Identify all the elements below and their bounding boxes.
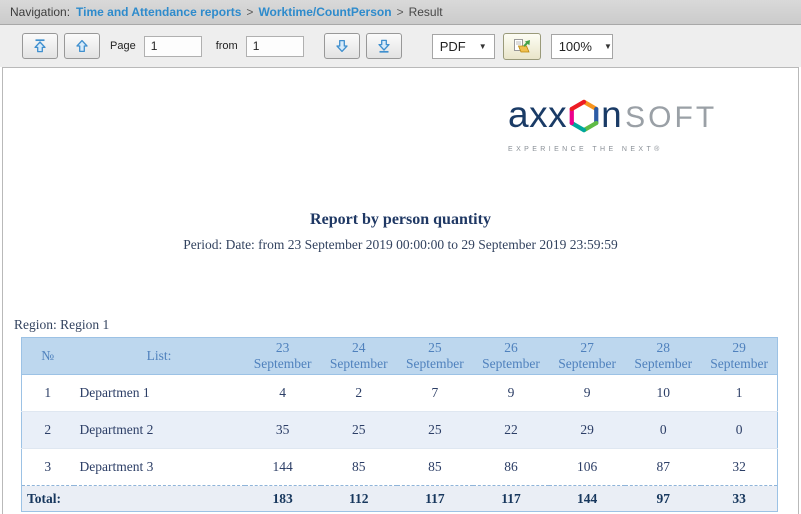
table-row: 1 Departmen 1 4 2 7 9 9 10 1 [22, 375, 778, 412]
breadcrumb-separator: > [396, 5, 404, 19]
up-arrow-icon [76, 39, 88, 53]
row-number: 1 [44, 385, 52, 400]
total-value: 117 [472, 485, 550, 512]
cell-value: 4 [279, 385, 286, 400]
cell-value: 144 [244, 448, 321, 486]
total-pages-input[interactable] [245, 35, 304, 57]
breadcrumb-separator: > [246, 5, 254, 19]
next-page-button[interactable] [323, 33, 360, 59]
from-label: from [215, 40, 238, 52]
report-toolbar: Page from PDF ▼ 100% ▼ [0, 25, 801, 67]
cell-value: 85 [320, 448, 397, 486]
cell-value: 25 [396, 411, 473, 449]
department-name: Department 3 [73, 448, 245, 486]
header-date: 26 September [472, 337, 550, 375]
cell-value: 25 [320, 411, 397, 449]
total-value: 117 [396, 485, 473, 512]
header-date: 28 September [625, 337, 702, 375]
report-title: Report by person quantity [310, 211, 491, 228]
cell-value: 0 [625, 411, 702, 449]
total-value: 144 [549, 485, 626, 512]
cell-value: 87 [625, 448, 702, 486]
dropdown-arrow-icon: ▼ [603, 41, 612, 51]
department-name: Department 2 [73, 411, 245, 449]
down-arrow-icon [336, 39, 348, 53]
zoom-select[interactable]: 100% ▼ [550, 33, 613, 59]
report-region: Region: Region 1 [14, 317, 110, 332]
cell-value: 22 [472, 411, 550, 449]
previous-page-button[interactable] [64, 33, 100, 59]
export-format-value: PDF [439, 38, 466, 54]
cell-value: 85 [396, 448, 473, 486]
total-value: 183 [244, 485, 321, 512]
table-row: 3 Department 3 144 85 85 86 106 87 32 [21, 448, 778, 486]
breadcrumb-result: Result [408, 5, 443, 19]
total-label: Total: [21, 485, 245, 512]
report-viewer-pane: axx n SOFT EXPERIENCE THE NEXT® Report by… [2, 67, 799, 514]
cell-value: 9 [507, 385, 515, 400]
breadcrumb-time-attendance-reports[interactable]: Time and Attendance reports [76, 5, 241, 19]
export-format-select[interactable]: PDF ▼ [431, 33, 495, 59]
up-arrow-to-bar-icon [34, 39, 46, 53]
total-value: 33 [701, 485, 778, 512]
logo-tagline: EXPERIENCE THE NEXT® [508, 146, 663, 153]
header-date: 23 September [244, 337, 321, 375]
total-value: 112 [320, 485, 397, 512]
header-number: № [21, 337, 74, 375]
cell-value: 0 [701, 411, 778, 449]
export-button[interactable] [502, 32, 541, 60]
logo-text-n: n [601, 94, 623, 135]
header-date: 24 September [320, 337, 397, 375]
axxonsoft-logo: axx n SOFT EXPERIENCE THE NEXT® [508, 94, 714, 154]
page-label: Page [110, 40, 136, 52]
cell-value: 10 [656, 385, 671, 400]
export-report-icon [513, 39, 530, 53]
navigation-bar: Navigation: Time and Attendance reports … [0, 0, 801, 25]
table-header-row: № List: 23 September 24 September 25 Septem… [21, 337, 778, 375]
report-table: № List: 23 September 24 September 25 Septem… [21, 337, 778, 512]
row-number: 2 [21, 411, 74, 449]
row-number: 3 [21, 448, 74, 486]
cell-value: 86 [472, 448, 550, 486]
first-page-button[interactable] [22, 33, 58, 59]
page-input[interactable] [143, 35, 202, 57]
header-date: 29 September [701, 337, 778, 375]
navigation-label: Navigation: [10, 5, 71, 19]
cell-value: 32 [701, 448, 778, 486]
zoom-value: 100% [558, 38, 592, 54]
cell-value: 35 [244, 411, 321, 449]
department-name: Departmen 1 [79, 385, 150, 400]
dropdown-arrow-icon: ▼ [478, 41, 487, 51]
report-period: Period: Date: from 23 September 2019 00:… [183, 237, 618, 252]
logo-text-soft: SOFT [625, 101, 718, 134]
table-row: 2 Department 2 35 25 25 22 29 0 0 [21, 411, 778, 449]
header-list: List: [73, 337, 245, 375]
cell-value: 1 [735, 385, 743, 400]
down-arrow-to-bar-icon [378, 39, 390, 53]
table-total-row: Total: 183 112 117 117 144 97 33 [21, 485, 778, 512]
cell-value: 7 [431, 385, 439, 400]
last-page-button[interactable] [365, 33, 402, 59]
breadcrumb-worktime-countperson[interactable]: Worktime/CountPerson [258, 5, 391, 19]
header-date: 25 September [396, 337, 473, 375]
logo-hexagon-icon [569, 99, 599, 133]
cell-value: 9 [583, 385, 591, 400]
logo-text-axx: axx [508, 94, 568, 135]
cell-value: 29 [549, 411, 626, 449]
total-value: 97 [625, 485, 702, 512]
cell-value: 106 [549, 448, 626, 486]
axxonsoft-logo-wordmark: axx n SOFT [508, 94, 714, 142]
cell-value: 2 [355, 385, 363, 400]
header-date: 27 September [549, 337, 626, 375]
